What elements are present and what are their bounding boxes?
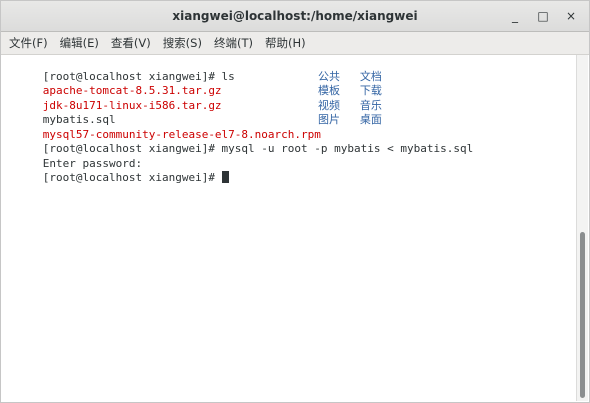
- maximize-button[interactable]: □: [529, 5, 557, 27]
- shell-prompt: [root@localhost xiangwei]#: [42, 171, 222, 184]
- menu-file[interactable]: 文件(F): [3, 35, 54, 51]
- menu-search[interactable]: 搜索(S): [157, 35, 208, 51]
- scrollbar-thumb[interactable]: [580, 232, 585, 398]
- minimize-icon: _: [512, 9, 518, 23]
- terminal-output[interactable]: [root@localhost xiangwei]# ls apache-tom…: [1, 55, 578, 401]
- terminal-line: mysql57-community-release-el7-8.noarch.r…: [1, 113, 578, 141]
- minimize-button[interactable]: _: [501, 5, 529, 27]
- dirs-pictures-desktop: 图片 桌面: [318, 113, 382, 126]
- terminal-window: xiangwei@localhost:/home/xiangwei _ □ × …: [0, 0, 590, 403]
- terminal-line: [root@localhost xiangwei]# ls: [1, 55, 578, 83]
- terminal-line: [root@localhost xiangwei]# mysql -u root…: [1, 128, 578, 155]
- close-icon: ×: [565, 9, 577, 23]
- title-bar[interactable]: xiangwei@localhost:/home/xiangwei _ □ ×: [1, 1, 589, 32]
- close-button[interactable]: ×: [557, 5, 585, 27]
- menu-terminal[interactable]: 终端(T): [208, 35, 259, 51]
- menu-view[interactable]: 查看(V): [105, 35, 157, 51]
- vertical-scrollbar[interactable]: [576, 55, 588, 401]
- text-cursor: [221, 171, 229, 183]
- window-title: xiangwei@localhost:/home/xiangwei: [172, 9, 418, 23]
- menu-help[interactable]: 帮助(H): [259, 35, 312, 51]
- menu-edit[interactable]: 编辑(E): [54, 35, 105, 51]
- window-controls: _ □ ×: [501, 1, 585, 31]
- terminal-line: [root@localhost xiangwei]#: [1, 157, 578, 184]
- dirs-templates-downloads: 模板 下载: [318, 84, 382, 97]
- dirs-videos-music: 视频 音乐: [318, 98, 382, 112]
- maximize-icon: □: [537, 9, 549, 23]
- menu-bar: 文件(F) 编辑(E) 查看(V) 搜索(S) 终端(T) 帮助(H): [1, 32, 589, 55]
- terminal-line: jdk-8u171-linux-i586.tar.gz 模板 下载: [1, 84, 578, 112]
- dirs-public-documents: 公共 文档: [318, 69, 382, 83]
- terminal-line: apache-tomcat-8.5.31.tar.gz 公共 文档: [1, 69, 578, 98]
- terminal-line: mybatis.sql 视频 音乐: [1, 98, 578, 127]
- terminal-line: Enter password:: [1, 142, 578, 170]
